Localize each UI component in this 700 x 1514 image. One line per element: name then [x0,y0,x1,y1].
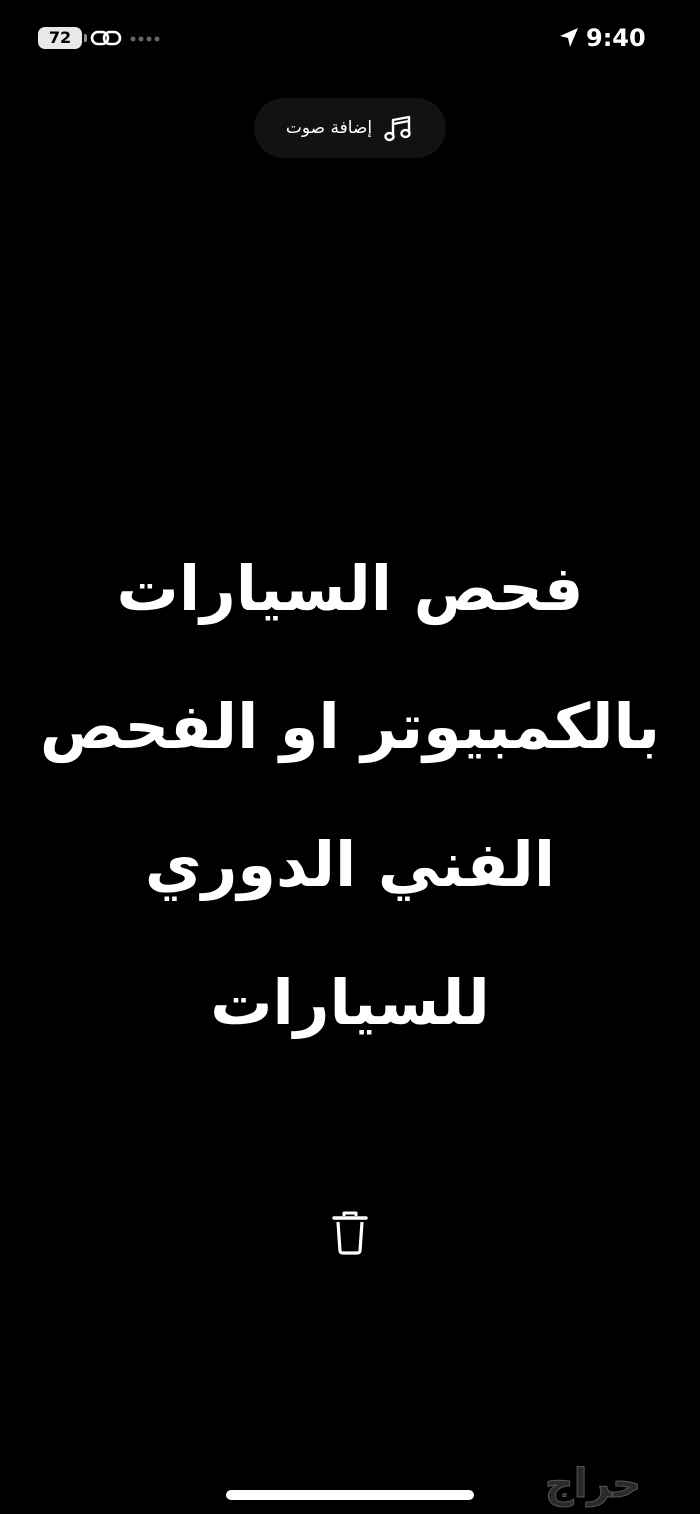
home-indicator[interactable] [226,1490,474,1500]
location-arrow-icon [560,28,578,47]
story-text-line: بالكمبيوتر او الفحص [39,690,661,763]
story-text-line: الفني الدوري [144,828,556,901]
signal-dots-icon [130,36,160,42]
status-time: 9:40 [586,24,646,52]
status-bar: 72 9:40 [0,0,700,80]
watermark-logo: حراج [544,1461,642,1508]
link-icon [90,30,122,46]
story-text-line: فحص السيارات [116,552,584,625]
story-text[interactable]: فحص السيارات بالكمبيوتر او الفحص الفني ا… [20,520,680,1039]
battery-indicator: 72 [38,27,87,49]
add-sound-button[interactable]: إضافة صوت [254,98,446,158]
trash-icon[interactable] [330,1210,370,1256]
story-text-line: للسيارات [210,966,490,1039]
add-sound-label: إضافة صوت [285,118,373,138]
music-note-icon [384,115,411,142]
